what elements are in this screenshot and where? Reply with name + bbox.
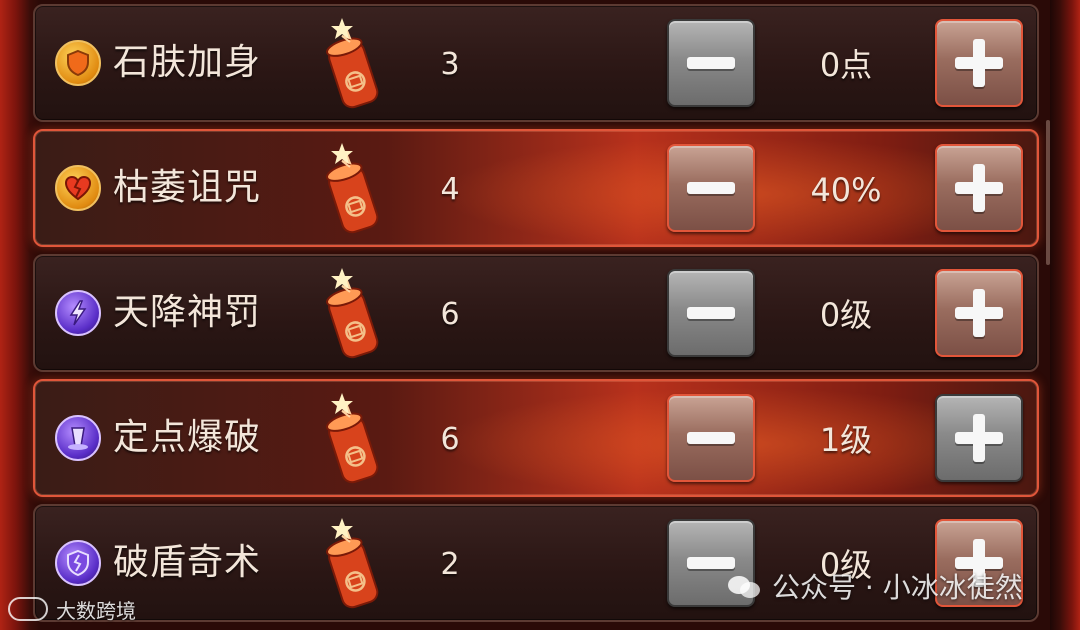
skill-row: 天降神罚 6 0级 [33, 254, 1039, 372]
skill-row: 石肤加身 3 0点 [33, 4, 1039, 122]
firecracker-icon [326, 18, 379, 109]
increase-button[interactable] [935, 144, 1023, 232]
blast-icon [55, 415, 101, 461]
item-count: 2 [440, 547, 460, 582]
firecracker-icon [326, 268, 379, 359]
cracked-shield-icon [55, 540, 101, 586]
increase-button[interactable] [935, 269, 1023, 357]
broken-heart-icon [55, 165, 101, 211]
decrease-button[interactable] [667, 394, 755, 482]
increase-button[interactable] [935, 394, 1023, 482]
increase-button[interactable] [935, 19, 1023, 107]
firecracker-icon [326, 518, 379, 609]
brand-logo-icon [8, 597, 48, 621]
minus-icon [687, 307, 735, 319]
skill-allocation-panel: 石肤加身 3 0点 枯萎诅咒 4 40% 天降神罚 6 0级 定点爆破 6 1级… [0, 0, 1080, 630]
plus-icon [955, 414, 1003, 462]
scrollbar-thumb[interactable] [1046, 120, 1050, 265]
skill-row: 定点爆破 6 1级 [33, 379, 1039, 497]
skill-name: 石肤加身 [113, 42, 262, 83]
minus-icon [687, 432, 735, 444]
minus-icon [687, 57, 735, 69]
decrease-button[interactable] [667, 144, 755, 232]
item-count: 6 [440, 297, 460, 332]
firecracker-icon [326, 393, 379, 484]
wechat-icon [728, 572, 762, 600]
skill-name: 枯萎诅咒 [113, 167, 262, 208]
item-count: 4 [440, 172, 460, 207]
watermark-left: 大数跨境 [8, 592, 136, 626]
skill-value: 0级 [819, 296, 873, 334]
skill-name: 定点爆破 [113, 417, 262, 458]
plus-icon [955, 289, 1003, 337]
watermark-left-text: 大数跨境 [56, 598, 136, 623]
decrease-button[interactable] [667, 19, 755, 107]
skill-name: 破盾奇术 [113, 542, 262, 583]
item-count: 3 [440, 47, 460, 82]
skill-value: 1级 [819, 421, 873, 459]
watermark-right-text: 公众号 · 小冰冰徒然 [772, 571, 1023, 604]
panel-frame-right [1050, 0, 1080, 630]
firecracker-icon [326, 143, 379, 234]
skill-row: 枯萎诅咒 4 40% [33, 129, 1039, 247]
skill-value: 40% [810, 171, 882, 209]
shield-icon [55, 40, 101, 86]
skill-name: 天降神罚 [113, 292, 262, 333]
lightning-icon [55, 290, 101, 336]
plus-icon [955, 164, 1003, 212]
plus-icon [955, 39, 1003, 87]
item-count: 6 [440, 422, 460, 457]
decrease-button[interactable] [667, 269, 755, 357]
watermark-right: 公众号 · 小冰冰徒然 [728, 565, 1023, 607]
minus-icon [687, 182, 735, 194]
skill-value: 0点 [819, 46, 873, 84]
